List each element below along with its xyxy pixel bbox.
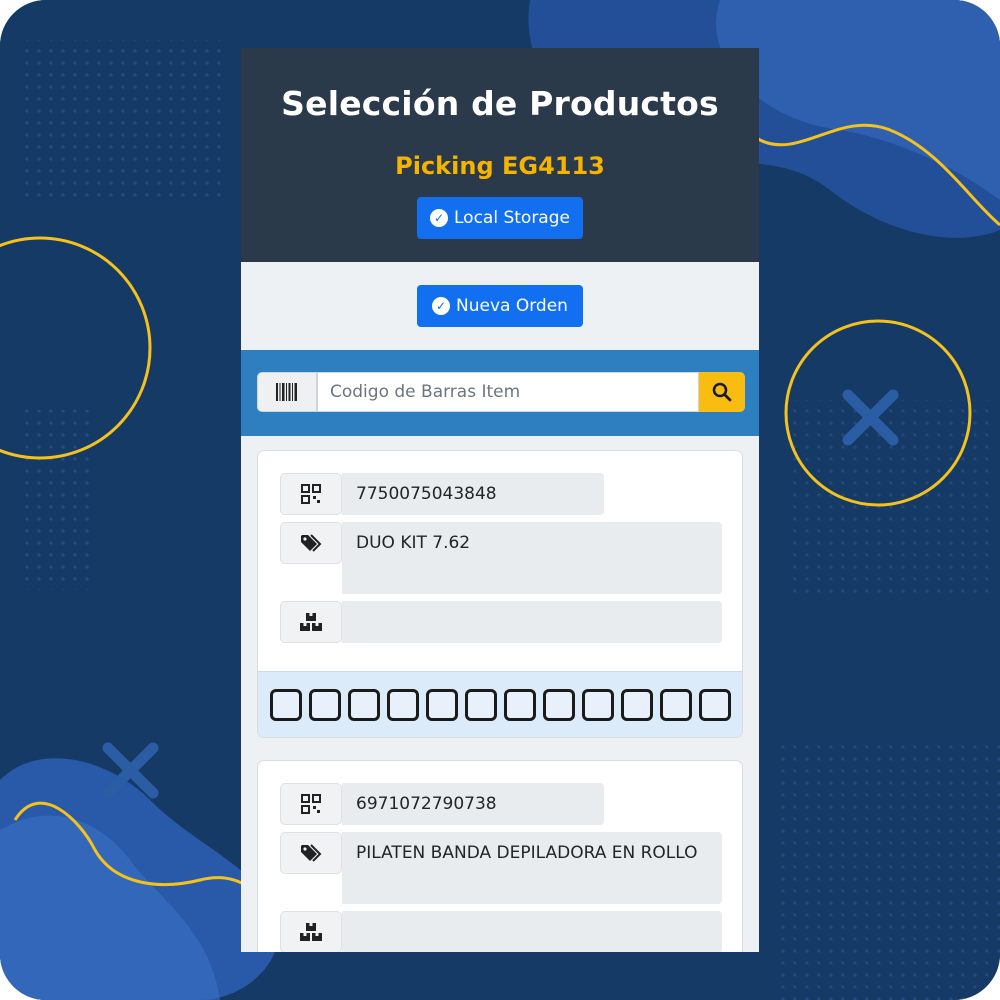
quantity-value — [342, 601, 722, 643]
tags-icon — [301, 534, 322, 552]
actions-bar: ✓ Nueva Orden — [241, 262, 759, 350]
quantity-value — [342, 911, 722, 952]
product-list: 7750075043848 DUO KIT 7.62 6971072790738… — [241, 436, 759, 952]
product-card: 7750075043848 DUO KIT 7.62 — [257, 450, 743, 738]
qrcode-icon — [301, 794, 321, 814]
search-button[interactable] — [699, 372, 745, 412]
product-name: PILATEN BANDA DEPILADORA EN ROLLO — [342, 832, 722, 904]
scan-checkbox[interactable] — [386, 689, 419, 721]
tags-icon — [301, 844, 322, 862]
search-icon — [712, 382, 732, 402]
app-screen: Selección de Productos Picking EG4113 ✓ … — [241, 48, 759, 952]
barcode-value: 7750075043848 — [342, 473, 604, 515]
product-name: DUO KIT 7.62 — [342, 522, 722, 594]
barcode-search-input[interactable] — [317, 372, 699, 412]
picking-code: Picking EG4113 — [395, 152, 605, 180]
new-order-button[interactable]: ✓ Nueva Orden — [417, 285, 583, 327]
tag-addon — [280, 522, 342, 564]
qrcode-addon — [280, 783, 342, 825]
barcode-search-bar — [241, 350, 759, 436]
scan-checkbox[interactable] — [425, 689, 458, 721]
qrcode-icon — [301, 484, 321, 504]
promo-frame: Selección de Productos Picking EG4113 ✓ … — [0, 0, 1000, 1000]
scan-checkbox[interactable] — [503, 689, 536, 721]
scan-checkbox[interactable] — [269, 689, 302, 721]
scan-checkbox[interactable] — [308, 689, 341, 721]
barcode-value: 6971072790738 — [342, 783, 604, 825]
scan-checkbox[interactable] — [542, 689, 575, 721]
barcode-icon — [276, 383, 297, 401]
check-circle-icon: ✓ — [430, 209, 448, 227]
scan-checkbox[interactable] — [698, 689, 731, 721]
local-storage-label: Local Storage — [454, 208, 570, 228]
barcode-scan-button[interactable] — [257, 372, 317, 412]
check-circle-icon: ✓ — [432, 297, 451, 315]
scan-count-boxes — [258, 671, 742, 737]
local-storage-button[interactable]: ✓ Local Storage — [417, 197, 583, 239]
tag-addon — [280, 832, 342, 874]
product-card: 6971072790738 PILATEN BANDA DEPILADORA E… — [257, 760, 743, 952]
boxes-addon — [280, 911, 342, 952]
app-header: Selección de Productos Picking EG4113 ✓ … — [241, 48, 759, 262]
qrcode-addon — [280, 473, 342, 515]
scan-checkbox[interactable] — [659, 689, 692, 721]
scan-checkbox[interactable] — [464, 689, 497, 721]
new-order-label: Nueva Orden — [456, 296, 568, 316]
page-title: Selección de Productos — [281, 84, 719, 123]
boxes-icon — [300, 613, 322, 631]
scan-checkbox[interactable] — [620, 689, 653, 721]
scan-checkbox[interactable] — [347, 689, 380, 721]
boxes-addon — [280, 601, 342, 643]
boxes-icon — [300, 923, 322, 941]
scan-checkbox[interactable] — [581, 689, 614, 721]
